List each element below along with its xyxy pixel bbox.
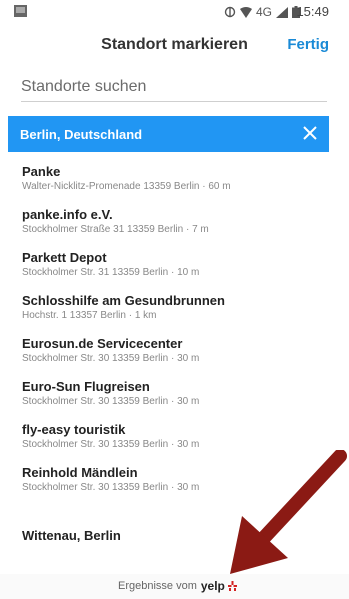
result-name: Euro-Sun Flugreisen — [22, 379, 150, 394]
annotation-arrow-icon — [230, 450, 347, 574]
location-filter-label: Berlin, Deutschland — [20, 127, 143, 142]
result-address: Walter-Nicklitz-Promenade 13359 Berlin ·… — [22, 181, 231, 192]
result-address: Stockholmer Str. 31 13359 Berlin · 10 m — [22, 267, 200, 278]
result-name: panke.info e.V. — [22, 207, 113, 222]
list-item[interactable]: Parkett Depot Stockholmer Str. 31 13359 … — [22, 250, 332, 284]
yelp-attribution: Ergebnisse vom yelp — [118, 579, 237, 593]
location-filter-banner[interactable]: Berlin, Deutschland — [8, 116, 329, 152]
result-address: Hochstr. 1 13357 Berlin · 1 km — [22, 310, 157, 321]
status-bar: 4G 15:49 — [0, 0, 349, 24]
yelp-logo: yelp — [200, 579, 225, 593]
gallery-icon — [14, 5, 27, 17]
network-type: 4G — [256, 5, 273, 19]
result-address: Stockholmer Str. 30 13359 Berlin · 30 m — [22, 396, 200, 407]
list-item[interactable]: panke.info e.V. Stockholmer Straße 31 13… — [22, 207, 332, 241]
status-icons: 4G — [224, 4, 301, 20]
list-item[interactable]: Schlosshilfe am Gesundbrunnen Hochstr. 1… — [22, 293, 332, 327]
result-name: Panke — [22, 164, 61, 179]
result-name: Eurosun.de Servicecenter — [22, 336, 183, 351]
signal-icon — [276, 6, 289, 18]
result-address: Stockholmer Str. 30 13359 Berlin · 30 m — [22, 353, 200, 364]
result-name: fly-easy touristik — [22, 422, 126, 437]
list-item[interactable]: Euro-Sun Flugreisen Stockholmer Str. 30 … — [22, 379, 332, 413]
list-item-last[interactable]: Wittenau, Berlin — [22, 528, 121, 543]
list-item[interactable]: Eurosun.de Servicecenter Stockholmer Str… — [22, 336, 332, 370]
result-name: Schlosshilfe am Gesundbrunnen — [22, 293, 225, 308]
result-name: Parkett Depot — [22, 250, 107, 265]
yelp-burst-icon — [227, 581, 237, 591]
header: Standort markieren Fertig — [0, 24, 349, 66]
close-icon[interactable] — [303, 126, 317, 140]
status-time: 15:49 — [296, 4, 329, 19]
search-input[interactable] — [21, 72, 327, 102]
data-saver-icon — [224, 6, 236, 18]
done-button[interactable]: Fertig — [287, 36, 329, 53]
footer-text: Ergebnisse vom — [118, 580, 197, 592]
wifi-icon — [240, 6, 252, 18]
result-address: Stockholmer Straße 31 13359 Berlin · 7 m — [22, 224, 209, 235]
list-item[interactable]: Panke Walter-Nicklitz-Promenade 13359 Be… — [22, 164, 332, 198]
